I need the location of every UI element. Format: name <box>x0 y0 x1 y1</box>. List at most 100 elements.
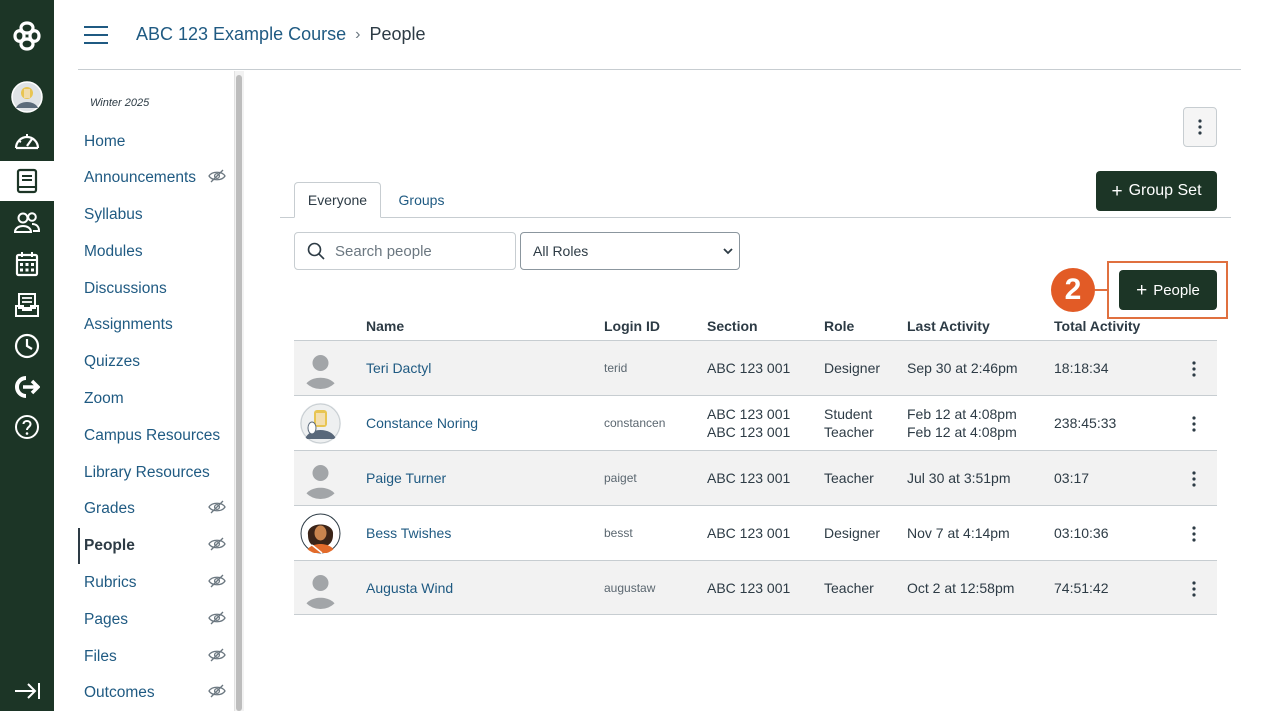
course-nav-label: Syllabus <box>84 206 143 223</box>
course-nav-label: Library Resources <box>84 464 210 481</box>
global-nav <box>0 0 54 711</box>
column-header-section[interactable]: Section <box>707 318 758 334</box>
column-header-total-activity[interactable]: Total Activity <box>1054 318 1140 334</box>
table-row: Paige Turner paiget ABC 123 001 Teacher … <box>294 450 1217 505</box>
course-nav: Winter 2025 Home Announcements Syllabus … <box>78 71 244 711</box>
table-row: Teri Dactyl terid ABC 123 001 Designer S… <box>294 340 1217 395</box>
avatar[interactable] <box>300 568 341 609</box>
table-row: Constance Noring constancen ABC 123 001 … <box>294 395 1217 450</box>
add-people-label: People <box>1153 281 1200 299</box>
section: ABC 123 001 <box>707 406 791 422</box>
help-icon[interactable] <box>0 407 54 447</box>
role-cell: Student Teacher <box>824 405 874 441</box>
hidden-eye-icon <box>208 574 226 588</box>
tab-everyone[interactable]: Everyone <box>294 182 381 218</box>
course-nav-label: Announcements <box>84 169 197 186</box>
course-nav-item-rubrics[interactable]: Rubrics <box>84 568 234 598</box>
course-nav-item-grades[interactable]: Grades <box>84 494 234 524</box>
roles-select-value: All Roles <box>533 243 589 259</box>
logo-icon[interactable] <box>0 16 54 56</box>
section: ABC 123 001 <box>707 580 791 596</box>
search-icon <box>307 242 325 260</box>
roles-select[interactable]: All Roles <box>520 232 740 270</box>
column-header-last-activity[interactable]: Last Activity <box>907 318 990 334</box>
course-nav-label: Pages <box>84 611 128 628</box>
kebab-icon <box>1198 119 1202 135</box>
breadcrumb-course-link[interactable]: ABC 123 Example Course <box>136 24 346 45</box>
course-nav-item-quizzes[interactable]: Quizzes <box>84 347 234 377</box>
add-group-set-label: Group Set <box>1128 182 1202 199</box>
tab-everyone-label: Everyone <box>307 192 368 208</box>
section: ABC 123 001 <box>707 424 791 440</box>
column-header-name[interactable]: Name <box>366 318 404 334</box>
row-options-kebab-icon[interactable] <box>1187 580 1201 598</box>
course-nav-label: Files <box>84 648 117 665</box>
tab-groups[interactable]: Groups <box>388 182 455 218</box>
hidden-eye-icon <box>208 611 226 625</box>
course-nav-item-pages[interactable]: Pages <box>84 605 234 635</box>
login-id: paiget <box>604 471 637 485</box>
course-nav-item-outcomes[interactable]: Outcomes <box>84 678 234 708</box>
course-nav-item-syllabus[interactable]: Syllabus <box>84 200 234 230</box>
person-name-link[interactable]: Bess Twishes <box>366 525 451 541</box>
course-nav-item-modules[interactable]: Modules <box>84 237 234 267</box>
role: Teacher <box>824 470 874 486</box>
breadcrumb: ABC 123 Example Course › People <box>136 24 426 45</box>
column-header-role[interactable]: Role <box>824 318 854 334</box>
course-nav-item-announcements[interactable]: Announcements <box>84 163 234 193</box>
groups-icon[interactable] <box>0 203 54 243</box>
search-people-field[interactable] <box>294 232 516 270</box>
person-name-link[interactable]: Augusta Wind <box>366 580 453 596</box>
avatar[interactable] <box>300 458 341 499</box>
course-nav-item-discussions[interactable]: Discussions <box>84 274 234 304</box>
table-row: Bess Twishes besst ABC 123 001 Designer … <box>294 505 1217 560</box>
role: Teacher <box>824 424 874 440</box>
login-id: augustaw <box>604 581 656 595</box>
course-nav-scrollbar[interactable] <box>236 75 242 711</box>
history-icon[interactable] <box>0 326 54 366</box>
column-header-login[interactable]: Login ID <box>604 318 660 334</box>
person-name-link[interactable]: Paige Turner <box>366 470 446 486</box>
courses-icon[interactable] <box>0 161 54 201</box>
avatar[interactable] <box>300 403 341 444</box>
add-group-set-button[interactable]: + Group Set <box>1096 171 1217 211</box>
section-cell: ABC 123 001 ABC 123 001 <box>707 405 790 441</box>
chevron-right-icon: › <box>355 25 361 43</box>
chevron-down-icon <box>723 248 733 255</box>
row-options-kebab-icon[interactable] <box>1187 525 1201 543</box>
collapse-nav-icon[interactable] <box>0 671 54 711</box>
add-people-button[interactable]: + People <box>1119 270 1217 310</box>
commons-icon[interactable] <box>0 367 54 407</box>
last-activity: Sep 30 at 2:46pm <box>907 360 1018 376</box>
hidden-eye-icon <box>208 684 226 698</box>
course-nav-item-zoom[interactable]: Zoom <box>84 384 234 414</box>
total-activity: 18:18:34 <box>1054 360 1109 376</box>
total-activity: 03:17 <box>1054 470 1090 486</box>
course-nav-item-library-resources[interactable]: Library Resources <box>84 458 234 488</box>
plus-icon: + <box>1111 180 1123 202</box>
hidden-eye-icon <box>208 537 226 551</box>
person-name-link[interactable]: Teri Dactyl <box>366 360 431 376</box>
calendar-icon[interactable] <box>0 244 54 284</box>
course-nav-label: People <box>84 537 135 554</box>
row-options-kebab-icon[interactable] <box>1187 360 1201 378</box>
row-options-kebab-icon[interactable] <box>1187 415 1201 433</box>
avatar[interactable] <box>300 348 341 389</box>
account-avatar[interactable] <box>0 77 54 117</box>
course-nav-label: Outcomes <box>84 684 155 701</box>
row-options-kebab-icon[interactable] <box>1187 470 1201 488</box>
hamburger-menu-icon[interactable] <box>84 26 108 44</box>
course-nav-label: Modules <box>84 243 143 260</box>
person-name-link[interactable]: Constance Noring <box>366 415 478 431</box>
avatar[interactable] <box>300 513 341 554</box>
course-nav-item-campus-resources[interactable]: Campus Resources <box>84 421 234 451</box>
page-options-button[interactable] <box>1183 107 1217 147</box>
course-nav-item-files[interactable]: Files <box>84 642 234 672</box>
tab-groups-label: Groups <box>398 192 445 208</box>
inbox-icon[interactable] <box>0 285 54 325</box>
dashboard-icon[interactable] <box>0 120 54 160</box>
search-input[interactable] <box>335 242 505 260</box>
course-nav-item-people[interactable]: People <box>84 531 234 561</box>
course-nav-item-home[interactable]: Home <box>84 127 234 157</box>
course-nav-item-assignments[interactable]: Assignments <box>84 310 234 340</box>
